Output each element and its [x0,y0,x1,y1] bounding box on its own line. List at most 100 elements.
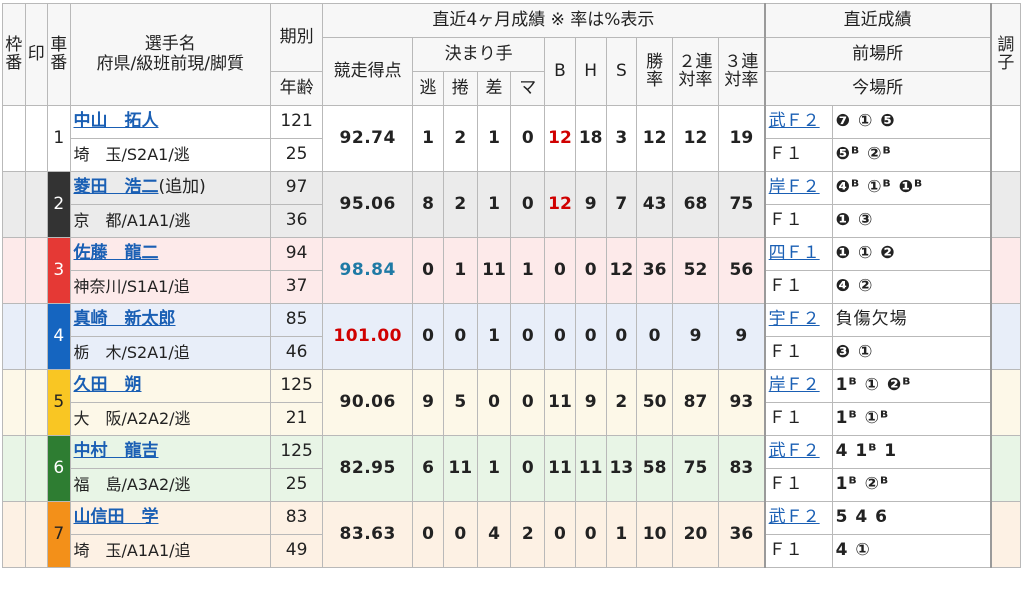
header-age: 年齢 [269,71,324,106]
nige-cell: 0 [412,501,444,568]
ren2-rate-cell: 75 [671,435,720,502]
player-name-link[interactable]: 真崎 新太郎 [74,309,176,329]
riders-body: 1 中山 拓人 121 92.74 1 2 1 0 12 18 3 12 12 19 武Ｆ２ ❼ ① ❺埼 玉… [2,105,1021,568]
prev-results-cell: ❶ ① ❷ [831,237,992,271]
nige-cell: 0 [412,303,444,370]
condition-cell [989,171,1021,238]
shirushi-cell [24,171,48,238]
header-b: B [544,37,576,106]
sashi-cell: 1 [476,303,512,370]
header-score: 競走得点 [322,37,414,106]
ren2-rate-cell: 68 [671,171,720,238]
sashi-cell: 1 [476,435,512,502]
car-number: 4 [47,303,71,370]
age-cell: 49 [269,534,324,568]
rider-row: 5 久田 朔 125 90.06 9 5 0 0 11 9 2 50 87 93 岸Ｆ２ 1ᴮ ① ❷ᴮ [2,369,1021,436]
age-cell: 46 [269,336,324,370]
header-player: 選手名 府県/級班前現/脚質 [69,3,271,106]
shirushi-cell [24,105,48,172]
prev-venue-cell: 岸Ｆ２ [763,369,833,403]
prev-venue-link[interactable]: 岸Ｆ２ [769,375,820,395]
ren3-rate-cell: 93 [718,369,766,436]
mark-cell: 0 [510,303,546,370]
condition-cell [989,303,1021,370]
h-cell: 18 [574,105,607,172]
this-results-cell: ❹ ② [831,270,992,304]
pref-class-cell: 京 都/A1A1/逃 [69,204,271,238]
header-mark: マ [510,71,546,106]
this-results-cell: ❺ᴮ ②ᴮ [831,138,992,172]
win-rate-cell: 0 [636,303,673,370]
header-waku: 枠番 [2,3,26,106]
condition-cell [989,369,1021,436]
prev-results-cell: 4 1ᴮ 1 [831,435,992,469]
prev-venue-link[interactable]: 武Ｆ２ [769,111,820,131]
header-shirushi: 印 [24,3,48,106]
ren3-rate-cell: 19 [718,105,766,172]
win-rate-cell: 58 [636,435,673,502]
nige-cell: 8 [412,171,444,238]
header-s: S [605,37,638,106]
mark-cell: 0 [510,171,546,238]
makuri-cell: 2 [442,105,478,172]
prev-venue-link[interactable]: 岸Ｆ２ [769,177,820,197]
mark-cell: 1 [510,237,546,304]
waku-cell [2,171,26,238]
header-makuri: 捲 [442,71,478,106]
player-name-link[interactable]: 菱田 浩二 [74,177,159,197]
ren2-rate-cell: 20 [671,501,720,568]
player-name-link[interactable]: 中村 龍吉 [74,441,159,461]
ren3-rate-cell: 9 [718,303,766,370]
race-entry-table: 枠番 印 車番 選手名 府県/級班前現/脚質 期別 直近4ヶ月成績 ※ 率は%表示… [2,3,1021,568]
prev-venue-link[interactable]: 四Ｆ１ [769,243,820,263]
rider-row: 3 佐藤 龍二 94 98.84 0 1 11 1 0 0 12 36 52 56 四Ｆ１ ❶ ① ❷ [2,237,1021,304]
score-cell: 101.00 [322,303,414,370]
player-name-cell: 菱田 浩二(追加) [69,171,271,205]
b-cell: 12 [544,171,576,238]
prev-venue-link[interactable]: 宇Ｆ２ [769,309,820,329]
condition-cell [989,501,1021,568]
score-cell: 92.74 [322,105,414,172]
score-cell: 83.63 [322,501,414,568]
header-period: 期別 [269,3,324,72]
score-cell: 82.95 [322,435,414,502]
makuri-cell: 11 [442,435,478,502]
b-cell: 0 [544,303,576,370]
nige-cell: 9 [412,369,444,436]
this-venue-cell: Ｆ１ [763,534,833,568]
b-cell: 11 [544,369,576,436]
ren3-rate-cell: 83 [718,435,766,502]
prev-venue-link[interactable]: 武Ｆ２ [769,441,820,461]
player-name-link[interactable]: 中山 拓人 [74,111,159,131]
rider-row: 6 中村 龍吉 125 82.95 6 11 1 0 11 11 13 58 75 83 武Ｆ２ 4 1ᴮ 1 [2,435,1021,502]
ren2-rate-cell: 87 [671,369,720,436]
this-venue-cell: Ｆ１ [763,138,833,172]
player-name-cell: 佐藤 龍二 [69,237,271,271]
nige-cell: 0 [412,237,444,304]
this-venue-cell: Ｆ１ [763,336,833,370]
sashi-cell: 1 [476,171,512,238]
waku-cell [2,369,26,436]
pref-class-cell: 埼 玉/A1A1/追 [69,534,271,568]
this-results-cell: ❸ ① [831,336,992,370]
pref-class-cell: 神奈川/S1A1/追 [69,270,271,304]
age-cell: 36 [269,204,324,238]
win-rate-cell: 43 [636,171,673,238]
prev-venue-cell: 四Ｆ１ [763,237,833,271]
prev-venue-cell: 宇Ｆ２ [763,303,833,337]
car-number: 5 [47,369,71,436]
header-win: 勝率 [636,37,673,106]
condition-cell [989,237,1021,304]
player-name-link[interactable]: 久田 朔 [74,375,142,395]
this-results-cell: 4 ① [831,534,992,568]
sashi-cell: 11 [476,237,512,304]
prev-venue-link[interactable]: 武Ｆ２ [769,507,820,527]
this-venue-cell: Ｆ１ [763,468,833,502]
h-cell: 11 [574,435,607,502]
player-name-link[interactable]: 山信田 学 [74,507,159,527]
mark-cell: 0 [510,105,546,172]
period-cell: 97 [269,171,324,205]
waku-cell [2,237,26,304]
shirushi-cell [24,303,48,370]
player-name-link[interactable]: 佐藤 龍二 [74,243,159,263]
